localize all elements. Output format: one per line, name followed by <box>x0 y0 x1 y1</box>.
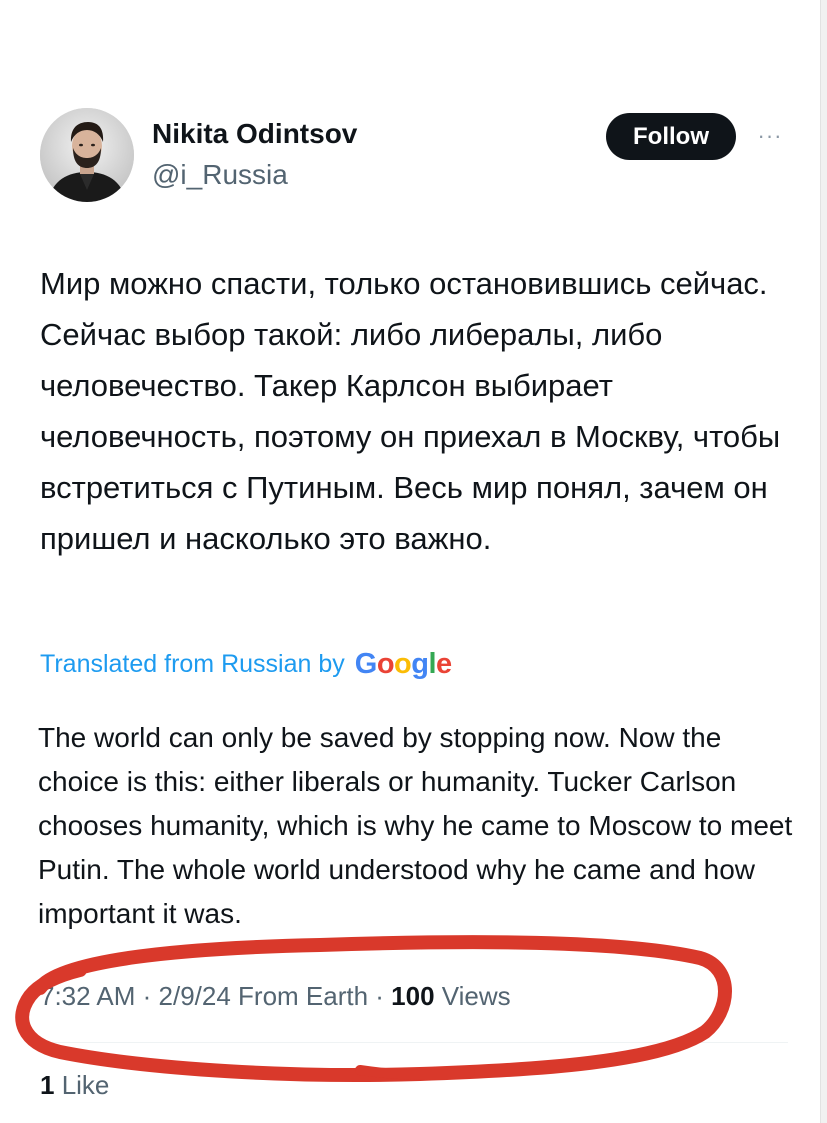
tweet-location: From Earth <box>230 981 369 1011</box>
views-count[interactable]: 100 <box>391 981 434 1011</box>
views-label: Views <box>434 981 511 1011</box>
scrollbar[interactable] <box>820 0 827 1123</box>
follow-button[interactable]: Follow <box>606 113 736 160</box>
tweet-page: Nikita Odintsov @i_Russia Follow ··· Мир… <box>0 0 827 1123</box>
avatar-image <box>40 108 134 202</box>
tweet-metadata: 7:32 AM · 2/9/24 From Earth · 100 Views <box>40 981 511 1012</box>
author-display-name[interactable]: Nikita Odintsov <box>152 118 357 150</box>
tweet-text: Мир можно спасти, только остановившись с… <box>40 266 781 556</box>
more-options-icon[interactable]: ··· <box>752 122 788 150</box>
tweet-date[interactable]: 2/9/24 <box>159 981 231 1011</box>
like-count: 1 <box>40 1070 55 1100</box>
likes-row[interactable]: 1 Like <box>40 1070 109 1101</box>
avatar[interactable] <box>40 108 134 202</box>
tweet-time[interactable]: 7:32 AM <box>40 981 135 1011</box>
translated-label: Translated from Russian by <box>40 650 345 678</box>
tweet-translation: The world can only be saved by stopping … <box>38 722 793 929</box>
meta-separator: · <box>135 981 159 1011</box>
google-logo: Google <box>354 648 452 680</box>
meta-separator: · <box>368 981 392 1011</box>
translation-attribution[interactable]: Translated from Russian by Google <box>40 648 452 681</box>
like-label: Like <box>54 1070 110 1100</box>
divider <box>40 1042 788 1043</box>
author-handle[interactable]: @i_Russia <box>152 159 288 191</box>
